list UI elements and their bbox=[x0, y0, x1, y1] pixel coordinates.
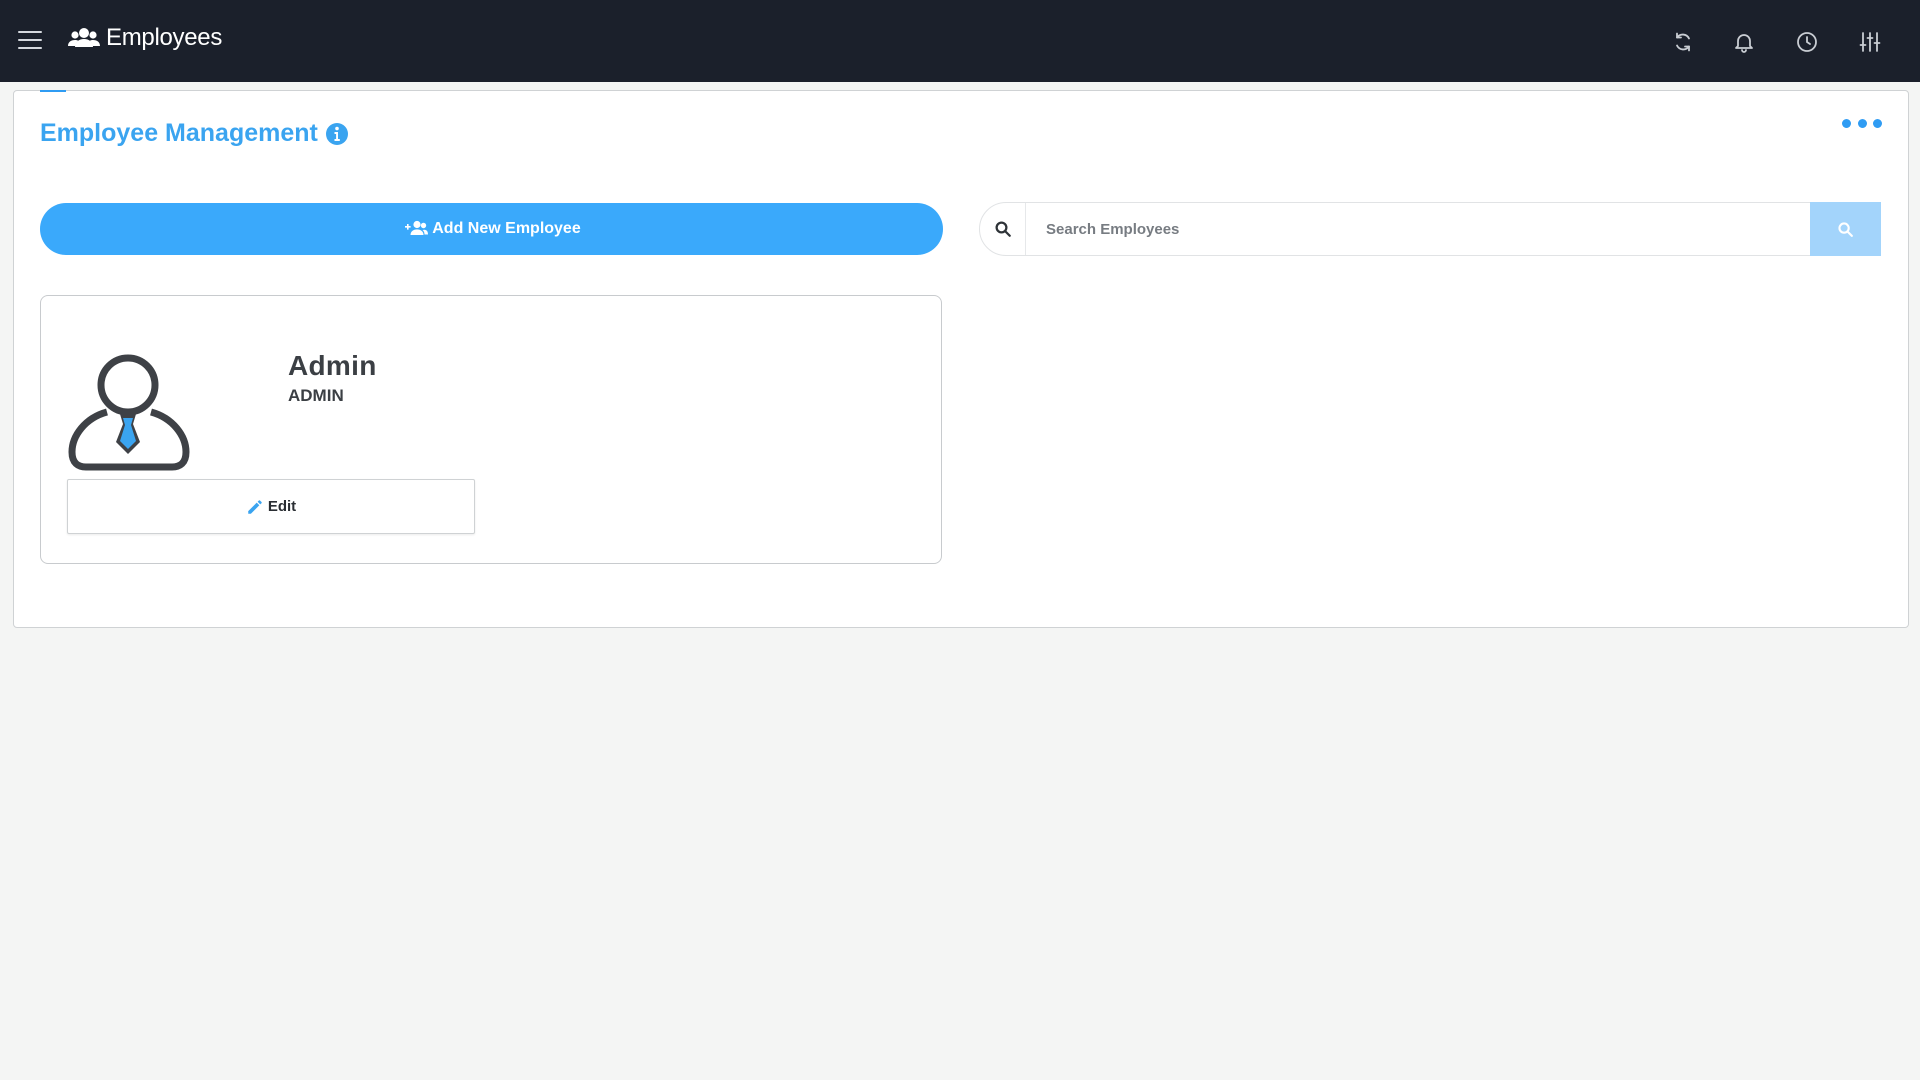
users-icon bbox=[68, 28, 100, 47]
add-new-employee-button[interactable]: Add New Employee bbox=[40, 203, 943, 255]
more-options-icon[interactable] bbox=[1842, 115, 1882, 131]
refresh-icon[interactable] bbox=[1668, 27, 1698, 57]
edit-label: Edit bbox=[267, 498, 297, 515]
employee-card: Admin ADMIN Edit bbox=[40, 295, 942, 564]
employee-role: ADMIN bbox=[288, 386, 344, 405]
employee-avatar-icon bbox=[68, 354, 190, 471]
app-brand: Employees bbox=[68, 22, 222, 54]
add-new-employee-label: Add New Employee bbox=[432, 220, 581, 237]
search-submit-icon bbox=[1838, 221, 1853, 237]
employee-management-panel: Employee Management Add New Employee Sea… bbox=[13, 90, 1909, 628]
app-title: Employees bbox=[106, 24, 223, 51]
search-submit-button[interactable] bbox=[1810, 202, 1881, 256]
user-plus-icon bbox=[405, 220, 429, 235]
employee-search-bar bbox=[979, 202, 1881, 256]
bell-icon[interactable] bbox=[1729, 27, 1759, 57]
hamburger-menu-icon[interactable] bbox=[14, 26, 46, 54]
top-bar: Employees bbox=[0, 0, 1920, 82]
page-title-text: Employee Management bbox=[40, 119, 318, 147]
search-employees-input[interactable] bbox=[1026, 203, 1810, 255]
panel-tab-indicator bbox=[40, 90, 66, 92]
sliders-icon[interactable] bbox=[1855, 27, 1885, 57]
edit-employee-button[interactable]: Edit bbox=[67, 479, 475, 534]
employee-name: Admin bbox=[288, 350, 377, 381]
clock-icon[interactable] bbox=[1792, 27, 1822, 57]
pencil-icon bbox=[248, 499, 262, 514]
info-icon[interactable] bbox=[325, 122, 349, 146]
page-title: Employee Management bbox=[40, 119, 349, 148]
search-icon bbox=[980, 203, 1026, 255]
